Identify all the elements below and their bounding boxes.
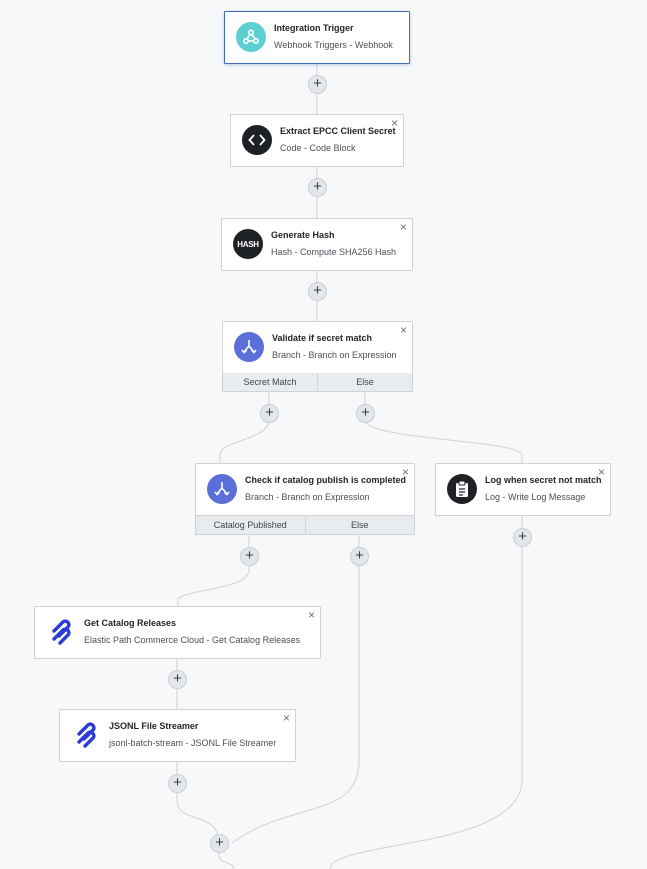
node-title: Generate Hash xyxy=(271,230,335,240)
add-step-button[interactable]: + xyxy=(308,282,327,301)
close-icon[interactable]: × xyxy=(400,324,407,336)
node-subtitle: Hash - Compute SHA256 Hash xyxy=(271,247,397,257)
node-log-secret-not-match[interactable]: Log when secret not match Log - Write Lo… xyxy=(435,463,611,516)
node-integration-trigger[interactable]: Integration Trigger Webhook Triggers - W… xyxy=(224,11,410,64)
close-icon[interactable]: × xyxy=(400,221,407,233)
add-step-button[interactable]: + xyxy=(210,834,229,853)
branch-icon xyxy=(207,474,237,504)
node-title: Extract EPCC Client Secret xyxy=(280,126,396,136)
add-step-button[interactable]: + xyxy=(168,774,187,793)
add-step-button[interactable]: + xyxy=(513,528,532,547)
node-title: Check if catalog publish is completed xyxy=(245,475,407,485)
node-jsonl-file-streamer[interactable]: JSONL File Streamer jsonl-batch-stream -… xyxy=(59,709,296,762)
add-step-button[interactable]: + xyxy=(308,178,327,197)
node-validate-secret-match[interactable]: Validate if secret match Branch - Branch… xyxy=(222,321,413,374)
add-step-button[interactable]: + xyxy=(350,547,369,566)
clipboard-icon xyxy=(447,474,477,504)
branch-secret-match[interactable]: Secret Match xyxy=(223,373,317,391)
webhook-icon xyxy=(236,22,266,52)
add-step-button[interactable]: + xyxy=(260,404,279,423)
node-subtitle: Code - Code Block xyxy=(280,143,356,153)
node-subtitle: Branch - Branch on Expression xyxy=(272,350,397,360)
branch-bar: Secret Match Else xyxy=(222,373,413,392)
node-title: Log when secret not match xyxy=(485,475,602,485)
node-title: Integration Trigger xyxy=(274,23,354,33)
node-title: Get Catalog Releases xyxy=(84,618,177,628)
node-title: JSONL File Streamer xyxy=(109,721,199,731)
node-title: Validate if secret match xyxy=(272,333,373,343)
hash-icon-text: HASH xyxy=(237,239,259,249)
node-subtitle: jsonl-batch-stream - JSONL File Streamer xyxy=(109,738,277,748)
elastic-path-icon xyxy=(71,720,101,750)
node-subtitle: Elastic Path Commerce Cloud - Get Catalo… xyxy=(84,635,301,645)
branch-catalog-published[interactable]: Catalog Published xyxy=(196,516,305,534)
close-icon[interactable]: × xyxy=(598,466,605,478)
hash-icon: HASH xyxy=(233,229,263,259)
close-icon[interactable]: × xyxy=(308,609,315,621)
node-subtitle: Branch - Branch on Expression xyxy=(245,492,370,502)
node-extract-epcc-client-secret[interactable]: Extract EPCC Client Secret Code - Code B… xyxy=(230,114,404,167)
node-subtitle: Webhook Triggers - Webhook xyxy=(274,40,393,50)
elastic-path-icon xyxy=(46,617,76,647)
add-step-button[interactable]: + xyxy=(308,75,327,94)
code-icon xyxy=(242,125,272,155)
node-generate-hash[interactable]: HASH Generate Hash Hash - Compute SHA256… xyxy=(221,218,413,271)
close-icon[interactable]: × xyxy=(283,712,290,724)
branch-bar: Catalog Published Else xyxy=(195,516,415,535)
node-subtitle: Log - Write Log Message xyxy=(485,492,586,502)
close-icon[interactable]: × xyxy=(391,117,398,129)
branch-else[interactable]: Else xyxy=(304,516,415,534)
node-check-catalog-publish[interactable]: Check if catalog publish is completed Br… xyxy=(195,463,415,516)
close-icon[interactable]: × xyxy=(402,466,409,478)
branch-icon xyxy=(234,332,264,362)
node-get-catalog-releases[interactable]: Get Catalog Releases Elastic Path Commer… xyxy=(34,606,321,659)
add-step-button[interactable]: + xyxy=(240,547,259,566)
add-step-button[interactable]: + xyxy=(356,404,375,423)
add-step-button[interactable]: + xyxy=(168,670,187,689)
branch-else[interactable]: Else xyxy=(317,373,412,391)
